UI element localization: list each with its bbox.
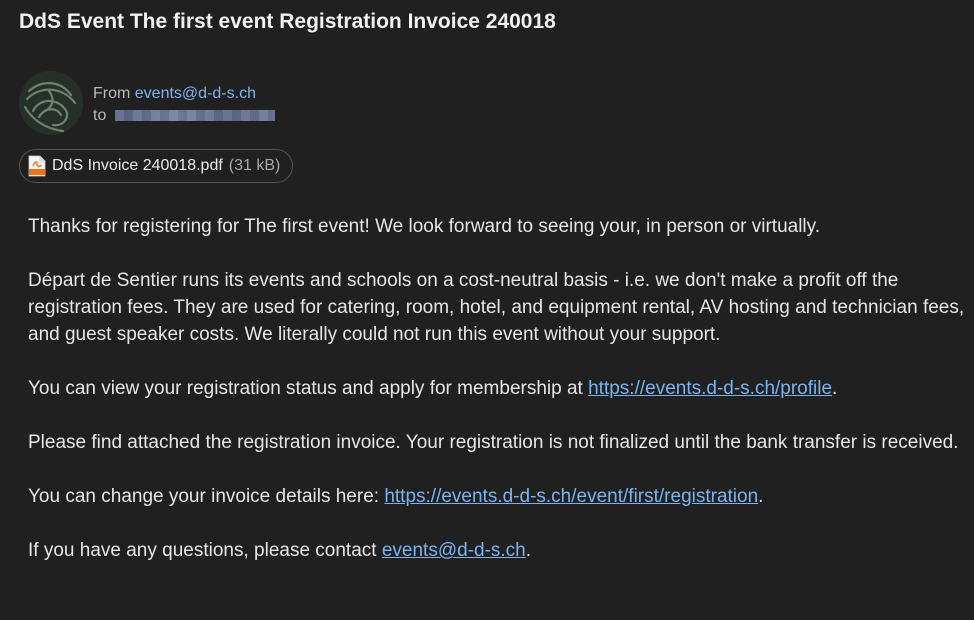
body-paragraph-thanks: Thanks for registering for The first eve… [28, 216, 821, 237]
body-paragraph-profile: You can view your registration status an… [28, 375, 968, 402]
pdf-attachment-chip[interactable]: DdS Invoice 240018.pdf (31 kB) [19, 149, 294, 183]
from-label: From [93, 85, 131, 102]
to-label: to [93, 107, 107, 124]
change-details-text: You can change your invoice details here… [28, 486, 385, 507]
from-address-link[interactable]: events@d-d-s.ch [135, 85, 256, 102]
change-details-period: . [758, 486, 764, 507]
contact-text: If you have any questions, please contac… [28, 540, 382, 561]
contact-period: . [525, 540, 532, 561]
profile-text: You can view your registration status an… [28, 378, 589, 399]
body-paragraph-cost-neutral: Départ de Sentier runs its events and sc… [28, 270, 965, 345]
body-paragraph-change-details: You can change your invoice details here… [28, 483, 968, 510]
profile-link[interactable]: https://events.d-d-s.ch/profile [588, 378, 832, 399]
from-line: From events@d-d-s.ch [93, 83, 275, 105]
registration-link[interactable]: https://events.d-d-s.ch/event/first/regi… [384, 486, 758, 507]
redacted-recipient [114, 110, 275, 122]
contact-email-link[interactable]: events@d-d-s.ch [382, 540, 526, 561]
attachment-filename: DdS Invoice 240018.pdf [52, 157, 223, 174]
email-body: Thanks for registering for The first eve… [28, 213, 968, 591]
email-subject: DdS Event The first event Registration I… [19, 10, 556, 33]
sender-info: From events@d-d-s.ch to [93, 83, 275, 127]
pdf-file-icon [28, 155, 46, 177]
attachment-size: (31 kB) [228, 157, 281, 174]
sender-avatar[interactable] [19, 71, 83, 135]
body-paragraph-invoice: Please find attached the registration in… [28, 432, 959, 453]
profile-period: . [832, 378, 838, 399]
sender-logo-icon [19, 71, 83, 135]
body-paragraph-contact: If you have any questions, please contac… [28, 537, 968, 564]
to-line: to [93, 105, 275, 127]
